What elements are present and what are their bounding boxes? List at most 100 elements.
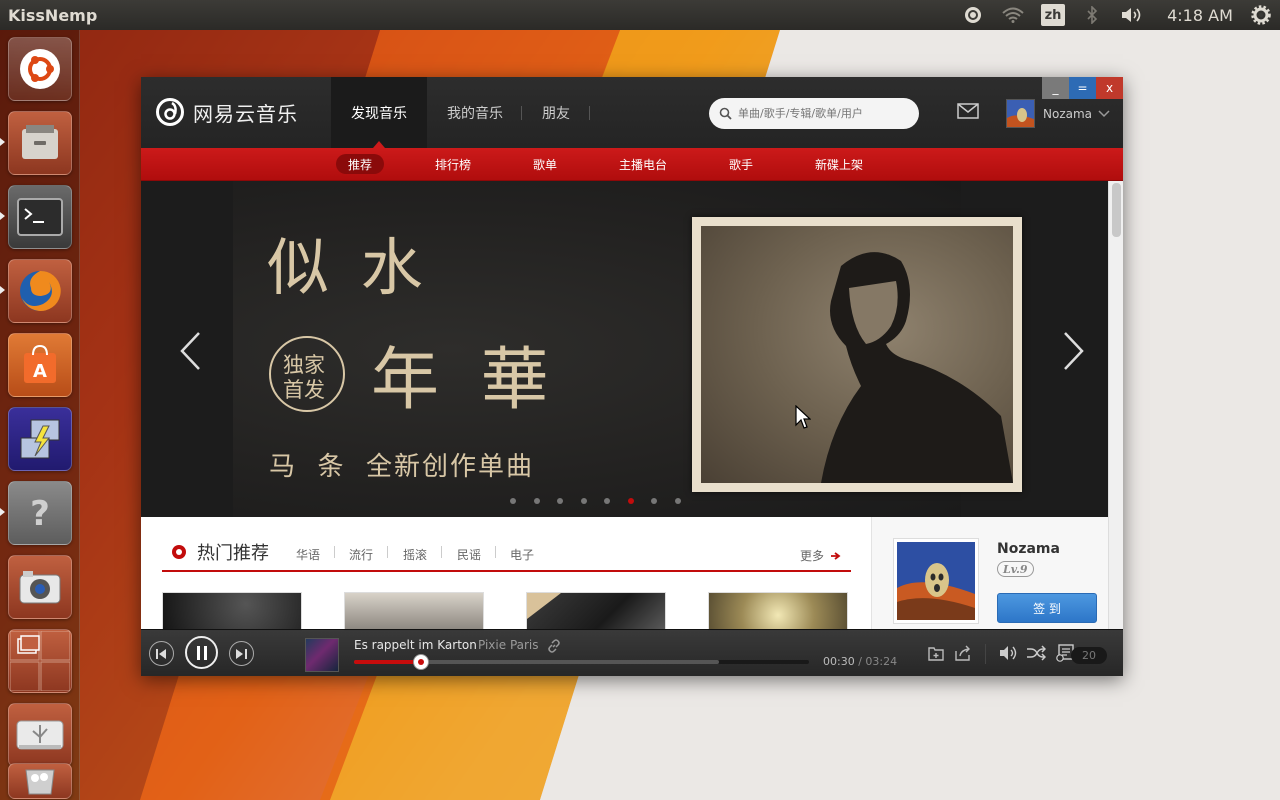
ime-label: zh (1041, 4, 1065, 26)
now-playing-artist[interactable]: Pixie Paris (478, 638, 539, 652)
search-input[interactable] (738, 107, 908, 120)
window-controls: _ = x (1042, 77, 1123, 99)
user-menu[interactable]: Nozama (1006, 99, 1110, 128)
app-logo[interactable]: 网易云音乐 (155, 97, 298, 127)
launcher: A ? (0, 30, 80, 800)
subnav-charts[interactable]: 排行榜 (423, 154, 483, 174)
now-playing-cover[interactable] (305, 638, 339, 672)
radio-corner-icon (527, 593, 561, 619)
progress-track[interactable] (354, 654, 809, 670)
banner-dot[interactable] (580, 498, 587, 504)
netease-tray-icon[interactable] (961, 0, 985, 30)
more-link[interactable]: 更多 (800, 547, 841, 564)
svg-text:A: A (33, 361, 47, 382)
banner-dot[interactable] (604, 498, 610, 504)
pause-button[interactable] (185, 636, 218, 669)
volume-icon[interactable] (1118, 0, 1146, 30)
banner-prev-arrow-icon[interactable] (179, 331, 201, 375)
active-app-name: KissNemp (8, 5, 98, 25)
content-area: 热门推荐 华语 流行 摇滚 民谣 电子 更多 Nozama Lv.9 签 到 (141, 517, 1108, 631)
section-underline (162, 570, 851, 572)
power-gear-icon[interactable] (1248, 0, 1274, 30)
add-to-playlist-icon[interactable] (926, 643, 946, 663)
tag-folk[interactable]: 民谣 (457, 546, 481, 563)
tag-separator (334, 546, 335, 558)
files-icon[interactable] (8, 111, 72, 175)
banner-carousel[interactable]: 似 水 独家 首发 年 華 马 条 全新创作单曲 (141, 181, 1108, 517)
playlist-cover[interactable] (526, 592, 666, 631)
maximize-button[interactable]: = (1069, 77, 1096, 99)
ubuntu-dash-icon[interactable] (8, 37, 72, 101)
user-avatar (1006, 99, 1035, 128)
skip-back-icon (156, 648, 166, 659)
played-bar (354, 660, 421, 664)
playlist-cover[interactable] (344, 592, 484, 631)
banner-dot[interactable] (651, 498, 657, 504)
nav-friends[interactable]: 朋友 (531, 77, 581, 148)
banner-dot[interactable] (557, 498, 563, 504)
firefox-icon[interactable] (8, 259, 72, 323)
banner-dot[interactable] (674, 498, 681, 504)
clock[interactable]: 4:18 AM (1160, 0, 1240, 30)
mail-icon[interactable] (957, 103, 979, 123)
subnav-recommend[interactable]: 推荐 (336, 154, 385, 174)
running-indicator (0, 138, 5, 146)
banner-title-line1: 似 水 (267, 231, 429, 304)
close-button[interactable]: x (1096, 77, 1123, 99)
search-icon (719, 107, 732, 120)
banner-dot[interactable] (510, 498, 516, 504)
tag-chinese[interactable]: 华语 (296, 546, 320, 563)
trash-icon[interactable] (8, 763, 72, 799)
workspace-switcher-icon[interactable] (8, 629, 72, 693)
more-label: 更多 (800, 549, 825, 563)
share-icon[interactable] (953, 643, 973, 663)
shuffle-icon[interactable] (1025, 643, 1047, 663)
clock-label: 4:18 AM (1167, 5, 1233, 25)
tag-separator (495, 546, 496, 558)
now-playing-title[interactable]: Es rappelt im Karton (354, 638, 477, 652)
total-time: 03:24 (865, 655, 898, 668)
terminal-icon[interactable] (8, 185, 72, 249)
progress-knob[interactable] (412, 654, 429, 670)
nav-separator (589, 106, 590, 120)
bluetooth-icon[interactable] (1082, 0, 1102, 30)
banner-next-arrow-icon[interactable] (1063, 331, 1085, 375)
share-link-icon[interactable] (547, 638, 561, 657)
usb-drive-icon[interactable] (8, 703, 72, 767)
player-separator (985, 644, 986, 664)
tag-electronic[interactable]: 电子 (510, 546, 534, 563)
input-method-indicator[interactable]: zh (1040, 0, 1066, 30)
subnav-artists[interactable]: 歌手 (717, 154, 765, 174)
banner-dot[interactable] (627, 498, 634, 504)
camera-icon[interactable] (8, 555, 72, 619)
elapsed-time: 00:30 (823, 655, 855, 668)
tag-rock[interactable]: 摇滚 (403, 546, 427, 563)
nav-discover[interactable]: 发现音乐 (331, 77, 427, 148)
vertical-scrollbar[interactable] (1108, 181, 1123, 631)
search-box[interactable] (709, 98, 919, 129)
subnav-radio[interactable]: 主播电台 (607, 154, 679, 174)
wifi-icon[interactable] (1000, 0, 1026, 30)
previous-track-button[interactable] (149, 641, 174, 666)
profile-avatar[interactable] (893, 538, 979, 624)
playlist-cover[interactable] (162, 592, 302, 631)
scrollbar-thumb[interactable] (1112, 183, 1121, 237)
volume-button-icon[interactable] (998, 643, 1020, 663)
subnav-playlists[interactable]: 歌单 (521, 154, 569, 174)
checkin-button[interactable]: 签 到 (997, 593, 1097, 623)
help-icon[interactable]: ? (8, 481, 72, 545)
software-center-icon[interactable]: A (8, 333, 72, 397)
remote-desktop-icon[interactable] (8, 407, 72, 471)
nav-my-music[interactable]: 我的音乐 (437, 77, 513, 148)
tag-separator (387, 546, 388, 558)
minimize-button[interactable]: _ (1042, 77, 1069, 99)
subnav-new-albums[interactable]: 新碟上架 (803, 154, 875, 174)
app-header: 网易云音乐 发现音乐 我的音乐 朋友 Nozama _ = x (141, 77, 1123, 148)
time-display: 00:30 / 03:24 (823, 655, 898, 668)
tag-pop[interactable]: 流行 (349, 546, 373, 563)
running-indicator (0, 508, 5, 516)
running-indicator (0, 286, 5, 294)
next-track-button[interactable] (229, 641, 254, 666)
banner-dot[interactable] (533, 498, 540, 504)
playlist-cover[interactable] (708, 592, 848, 631)
